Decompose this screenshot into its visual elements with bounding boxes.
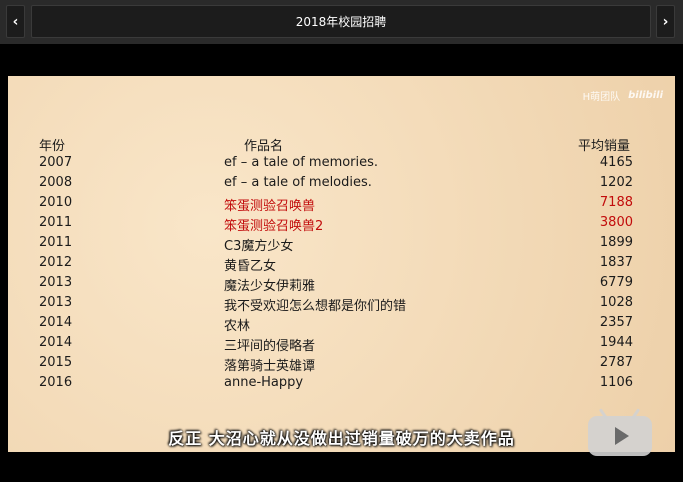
- cell-title: anne-Happy: [224, 375, 304, 390]
- chevron-right-icon: ›: [662, 13, 669, 30]
- top-bar: ‹ 2018年校园招聘 ›: [0, 0, 683, 44]
- header-year: 年份: [39, 139, 66, 154]
- cell-title: ef – a tale of melodies.: [224, 175, 372, 190]
- cell-sales: 2357: [599, 315, 633, 330]
- cell-sales: 3800: [599, 215, 633, 230]
- table-row: 2008 ef – a tale of melodies. 1202: [8, 175, 675, 195]
- table-row: 2014 三坪间的侵略者 1944: [8, 335, 675, 355]
- table-row: 2007 ef – a tale of memories. 4165: [8, 155, 675, 175]
- table-row: 2013 魔法少女伊莉雅 6779: [8, 275, 675, 295]
- cell-year: 2010: [39, 195, 73, 210]
- play-icon: [615, 427, 629, 445]
- cell-year: 2016: [39, 375, 73, 390]
- next-button[interactable]: ›: [656, 5, 675, 38]
- cell-title: 笨蛋测验召唤兽: [224, 199, 316, 214]
- cell-title: 黄昏乙女: [224, 259, 277, 274]
- cell-year: 2014: [39, 335, 73, 350]
- header-title: 作品名: [244, 139, 284, 154]
- table-row: 2012 黄昏乙女 1837: [8, 255, 675, 275]
- cell-sales: 1899: [599, 235, 633, 250]
- cell-year: 2013: [39, 295, 73, 310]
- play-button[interactable]: [588, 408, 652, 456]
- page-title: 2018年校园招聘: [31, 5, 651, 38]
- cell-sales: 1028: [599, 295, 633, 310]
- subtitle-caption: 反正 大沼心就从没做出过销量破万的大卖作品: [168, 429, 515, 448]
- cell-sales: 6779: [599, 275, 633, 290]
- video-player[interactable]: H萌团队 bilibili 年份 作品名 平均销量 2007 ef – a tal…: [0, 44, 683, 482]
- table-row: 2014 农林 2357: [8, 315, 675, 335]
- cell-title: ef – a tale of memories.: [224, 155, 379, 170]
- cell-year: 2011: [39, 215, 73, 230]
- cell-year: 2007: [39, 155, 73, 170]
- table-row: 2010 笨蛋测验召唤兽 7188: [8, 195, 675, 215]
- cell-year: 2014: [39, 315, 73, 330]
- cell-title: C3魔方少女: [224, 239, 294, 254]
- cell-sales: 1106: [599, 375, 633, 390]
- table-header: 年份 作品名 平均销量: [8, 135, 675, 155]
- cell-year: 2011: [39, 235, 73, 250]
- table-row: 2015 落第骑士英雄谭 2787: [8, 355, 675, 375]
- cell-year: 2012: [39, 255, 73, 270]
- cell-sales: 2787: [599, 355, 633, 370]
- cell-title: 我不受欢迎怎么想都是你们的错: [224, 299, 407, 314]
- cell-title: 落第骑士英雄谭: [224, 359, 316, 374]
- sales-table: 年份 作品名 平均销量 2007 ef – a tale of memories.…: [8, 76, 675, 452]
- cell-sales: 1202: [599, 175, 633, 190]
- cell-title: 魔法少女伊莉雅: [224, 279, 316, 294]
- table-row: 2011 笨蛋测验召唤兽2 3800: [8, 215, 675, 235]
- cell-title: 农林: [224, 319, 251, 334]
- table-row: 2013 我不受欢迎怎么想都是你们的错 1028: [8, 295, 675, 315]
- chevron-left-icon: ‹: [12, 13, 19, 30]
- video-frame: H萌团队 bilibili 年份 作品名 平均销量 2007 ef – a tal…: [8, 76, 675, 452]
- cell-sales: 1837: [599, 255, 633, 270]
- cell-title: 笨蛋测验召唤兽2: [224, 219, 324, 234]
- cell-year: 2008: [39, 175, 73, 190]
- cell-sales: 7188: [599, 195, 633, 210]
- header-sales: 平均销量: [578, 139, 631, 154]
- cell-year: 2013: [39, 275, 73, 290]
- cell-sales: 4165: [599, 155, 633, 170]
- cell-year: 2015: [39, 355, 73, 370]
- table-row: 2011 C3魔方少女 1899: [8, 235, 675, 255]
- cell-title: 三坪间的侵略者: [224, 339, 316, 354]
- table-row: 2016 anne-Happy 1106: [8, 375, 675, 395]
- cell-sales: 1944: [599, 335, 633, 350]
- previous-button[interactable]: ‹: [6, 5, 25, 38]
